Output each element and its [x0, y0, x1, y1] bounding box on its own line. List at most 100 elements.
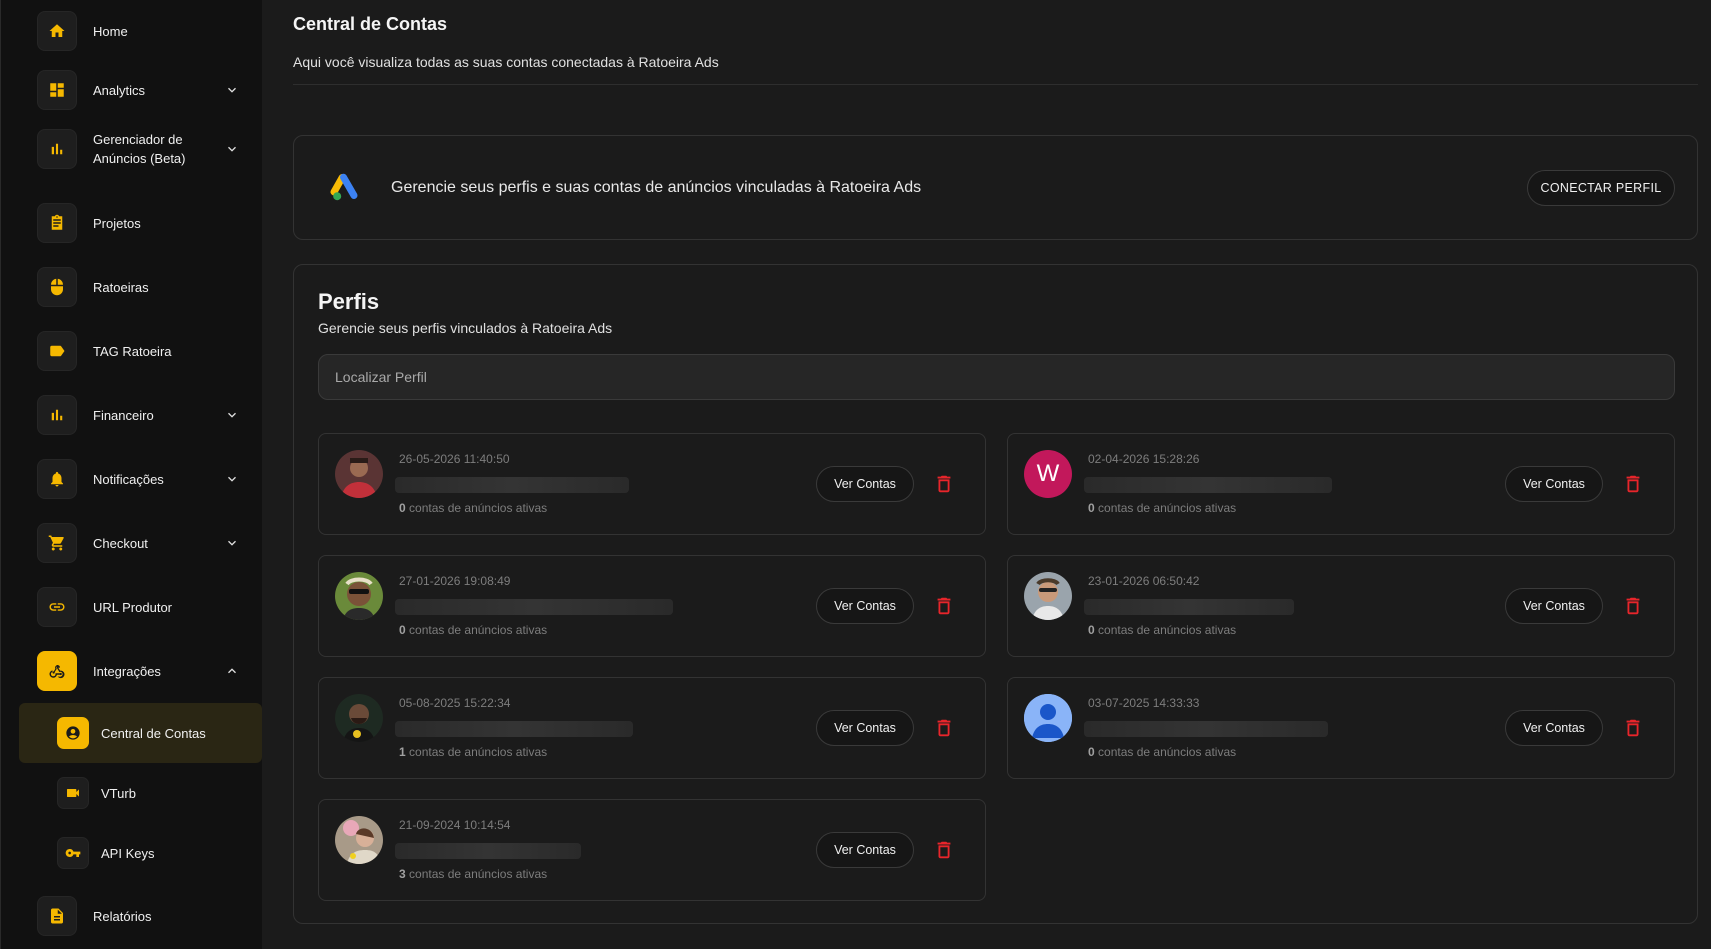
profile-account-count: 0 contas de anúncios ativas — [1088, 745, 1237, 759]
delete-icon[interactable] — [1622, 594, 1644, 618]
delete-icon[interactable] — [933, 472, 955, 496]
home-icon — [37, 11, 77, 51]
sidebar: Home Analytics Gerenciador de Anúncios (… — [0, 0, 262, 949]
clipboard-icon — [37, 203, 77, 243]
profile-date: 03-07-2025 14:33:33 — [1088, 696, 1200, 710]
sidebar-item-label: TAG Ratoeira — [93, 343, 172, 359]
ver-contas-button[interactable]: Ver Contas — [816, 588, 914, 624]
sidebar-item-integracoes[interactable]: Integrações — [37, 649, 243, 693]
sidebar-subitem-label: Central de Contas — [101, 725, 206, 741]
chevron-down-icon — [225, 83, 239, 97]
profiles-subtitle: Gerencie seus perfis vinculados à Ratoei… — [318, 320, 613, 336]
ver-contas-button[interactable]: Ver Contas — [816, 466, 914, 502]
page-title: Central de Contas — [293, 14, 448, 34]
profile-date: 21-09-2024 10:14:54 — [399, 818, 511, 832]
delete-icon[interactable] — [933, 594, 955, 618]
sidebar-item-label: Integrações — [93, 663, 161, 679]
profile-card: 23-01-2026 06:50:42 0 contas de anúncios… — [1007, 555, 1675, 657]
sidebar-item-label: URL Produtor — [93, 599, 172, 615]
sidebar-item-tag-ratoeira[interactable]: TAG Ratoeira — [37, 329, 243, 373]
profile-name-redacted — [1084, 477, 1332, 493]
ver-contas-button[interactable]: Ver Contas — [816, 832, 914, 868]
chevron-up-icon — [225, 664, 239, 678]
sidebar-subitem-api-keys[interactable]: API Keys — [19, 823, 262, 883]
chevron-down-icon — [225, 472, 239, 486]
profile-date: 02-04-2026 15:28:26 — [1088, 452, 1200, 466]
default-user-avatar — [1024, 694, 1072, 742]
profiles-title: Perfis — [318, 289, 380, 314]
sidebar-item-label: Financeiro — [93, 407, 154, 423]
profile-date: 23-01-2026 06:50:42 — [1088, 574, 1200, 588]
connect-profile-button[interactable]: CONECTAR PERFIL — [1527, 170, 1675, 206]
delete-icon[interactable] — [1622, 472, 1644, 496]
profile-card: 26-05-2026 11:40:50 0 contas de anúncios… — [318, 433, 986, 535]
sidebar-item-relatorios[interactable]: Relatórios — [37, 894, 243, 938]
profile-card: 05-08-2025 15:22:34 1 contas de anúncios… — [318, 677, 986, 779]
chevron-down-icon — [225, 142, 239, 156]
bell-icon — [37, 459, 77, 499]
account-circle-icon — [57, 717, 89, 749]
chevron-down-icon — [225, 408, 239, 422]
webhook-icon — [37, 651, 77, 691]
sidebar-item-ratoeiras[interactable]: Ratoeiras — [37, 265, 243, 309]
video-icon — [57, 777, 89, 809]
profile-account-count: 0 contas de anúncios ativas — [399, 623, 548, 637]
sidebar-item-label: Relatórios — [93, 908, 152, 924]
profile-date: 26-05-2026 11:40:50 — [399, 452, 510, 466]
sidebar-item-gerenciador[interactable]: Gerenciador de Anúncios (Beta) — [37, 127, 243, 171]
profile-account-count: 3 contas de anúncios ativas — [399, 867, 548, 881]
sidebar-item-analytics[interactable]: Analytics — [37, 68, 243, 112]
profile-account-count: 1 contas de anúncios ativas — [399, 745, 548, 759]
delete-icon[interactable] — [933, 838, 955, 862]
photo-avatar — [335, 572, 383, 620]
sidebar-item-label: Checkout — [93, 535, 148, 551]
photo-avatar — [335, 450, 383, 498]
profile-account-count: 0 contas de anúncios ativas — [1088, 623, 1237, 637]
profile-name-redacted — [395, 477, 629, 493]
delete-icon[interactable] — [933, 716, 955, 740]
ver-contas-button[interactable]: Ver Contas — [1505, 710, 1603, 746]
sidebar-item-financeiro[interactable]: Financeiro — [37, 393, 243, 437]
chevron-down-icon — [225, 536, 239, 550]
sidebar-item-label: Analytics — [93, 82, 146, 98]
profile-card: W 02-04-2026 15:28:26 0 contas de anúnci… — [1007, 433, 1675, 535]
profile-card: 27-01-2026 19:08:49 0 contas de anúncios… — [318, 555, 986, 657]
profile-date: 27-01-2026 19:08:49 — [399, 574, 511, 588]
document-icon — [37, 896, 77, 936]
search-profile-input[interactable] — [318, 354, 1675, 400]
connect-profile-card: Gerencie seus perfis e suas contas de an… — [293, 135, 1698, 240]
google-ads-logo — [330, 172, 362, 204]
sidebar-subitem-label: API Keys — [101, 845, 155, 861]
profile-card: 03-07-2025 14:33:33 0 contas de anúncios… — [1007, 677, 1675, 779]
sidebar-subitem-central-de-contas[interactable]: Central de Contas — [19, 703, 262, 763]
profile-name-redacted — [1084, 599, 1294, 615]
sidebar-item-projetos[interactable]: Projetos — [37, 201, 243, 245]
profile-name-redacted — [395, 721, 633, 737]
delete-icon[interactable] — [1622, 716, 1644, 740]
profile-account-count: 0 contas de anúncios ativas — [1088, 501, 1237, 515]
photo-avatar — [1024, 572, 1072, 620]
page-subtitle: Aqui você visualiza todas as suas contas… — [293, 54, 719, 70]
cart-icon — [37, 523, 77, 563]
mouse-icon — [37, 267, 77, 307]
ver-contas-button[interactable]: Ver Contas — [816, 710, 914, 746]
sidebar-item-url-produtor[interactable]: URL Produtor — [37, 585, 243, 629]
bar-chart-icon — [37, 129, 77, 169]
sidebar-item-checkout[interactable]: Checkout — [37, 521, 243, 565]
profiles-card: Perfis Gerencie seus perfis vinculados à… — [293, 264, 1698, 924]
letter-avatar: W — [1024, 450, 1072, 498]
profile-date: 05-08-2025 15:22:34 — [399, 696, 511, 710]
divider — [293, 84, 1698, 85]
connect-description: Gerencie seus perfis e suas contas de an… — [391, 179, 922, 196]
sidebar-item-label: Gerenciador de Anúncios (Beta) — [93, 132, 186, 166]
link-icon — [37, 587, 77, 627]
sidebar-item-notificacoes[interactable]: Notificações — [37, 457, 243, 501]
ver-contas-button[interactable]: Ver Contas — [1505, 588, 1603, 624]
sidebar-subitem-vturb[interactable]: VTurb — [19, 763, 262, 823]
sidebar-subitem-label: VTurb — [101, 785, 136, 801]
ver-contas-button[interactable]: Ver Contas — [1505, 466, 1603, 502]
photo-avatar — [335, 816, 383, 864]
sidebar-item-home[interactable]: Home — [37, 9, 243, 53]
profile-name-redacted — [395, 599, 673, 615]
dashboard-icon — [37, 70, 77, 110]
